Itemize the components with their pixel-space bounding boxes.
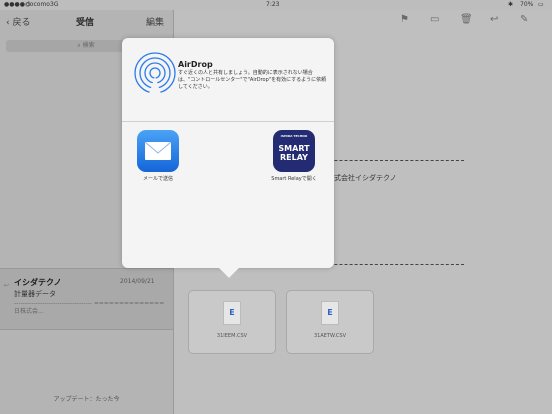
csv-file-icon: E: [223, 301, 241, 325]
search-placeholder: 検索: [82, 42, 95, 49]
airdrop-section[interactable]: AirDrop すぐ近くの人と共有しましょう。自動的に表示されない場合は、"コン…: [122, 38, 334, 122]
reply-indicator-icon: ↩: [4, 282, 10, 289]
attachment-tile[interactable]: E 31IEEM.CSV: [188, 290, 276, 354]
network-label: 3G: [50, 1, 59, 8]
battery-label: 70%: [520, 1, 534, 8]
smart-relay-icon-line2: RELAY: [280, 153, 308, 162]
attachment-name: 31AETW.CSV: [313, 333, 347, 339]
compose-icon[interactable]: ✎: [520, 14, 528, 25]
company-text: 式会社イシダテクノ: [334, 174, 397, 182]
folder-icon[interactable]: ▭: [430, 14, 439, 25]
clock: 7:23: [266, 1, 280, 8]
share-app-smart-relay[interactable]: ISHIDA TECHNO SMART RELAY Smart Relayで開く: [258, 130, 330, 183]
trash-icon[interactable]: 🗑: [460, 14, 473, 25]
message-subject: 計量器データ: [14, 290, 56, 298]
edit-button[interactable]: 編集: [146, 15, 164, 28]
share-app-label: メールで送信: [142, 176, 173, 182]
mail-icon: [137, 130, 179, 172]
back-button[interactable]: ‹ 戻る: [6, 15, 30, 28]
attachment-name: 31IEEM.CSV: [216, 333, 248, 339]
smart-relay-icon-brand: ISHIDA TECHNO: [280, 134, 308, 138]
update-status: アップデート：たった今: [53, 396, 120, 403]
back-label: 戻る: [12, 18, 31, 28]
smart-relay-icon-line1: SMART: [278, 144, 310, 153]
airdrop-icon: [134, 52, 176, 94]
message-sender: イシダテクノ: [14, 278, 62, 287]
battery-icon: ▭: [538, 1, 544, 8]
airdrop-description: すぐ近くの人と共有しましょう。自動的に表示されない場合は、"コントロールセンター…: [178, 70, 327, 90]
reply-icon[interactable]: ↩: [490, 14, 498, 25]
airdrop-title: AirDrop: [178, 60, 213, 69]
csv-file-icon: E: [321, 301, 339, 325]
carrier-label: docomo: [26, 1, 50, 8]
message-list-item[interactable]: ↩ イシダテクノ 2014/09/21 計量器データ -------------…: [0, 268, 173, 330]
message-preview: ------------------------------------ ===…: [14, 300, 165, 315]
smart-relay-icon: ISHIDA TECHNO SMART RELAY: [273, 130, 315, 172]
share-app-label: Smart Relayで開く: [271, 176, 317, 182]
attachment-tile[interactable]: E 31AETW.CSV: [286, 290, 374, 354]
status-bar: ●●●●○ docomo 3G 7:23 ✱ 70% ▭: [0, 0, 552, 10]
share-sheet: AirDrop すぐ近くの人と共有しましょう。自動的に表示されない場合は、"コン…: [122, 38, 334, 268]
share-app-mail[interactable]: メールで送信: [122, 130, 194, 183]
message-date: 2014/09/21: [120, 278, 155, 285]
sidebar-navbar: ‹ 戻る 受信 編集: [0, 10, 173, 32]
flag-icon[interactable]: ⚑: [400, 14, 409, 25]
bluetooth-icon: ✱: [508, 1, 514, 8]
message-toolbar: ⚑ ▭ 🗑 ↩ ✎: [392, 10, 552, 32]
mailbox-title: 受信: [76, 18, 95, 28]
